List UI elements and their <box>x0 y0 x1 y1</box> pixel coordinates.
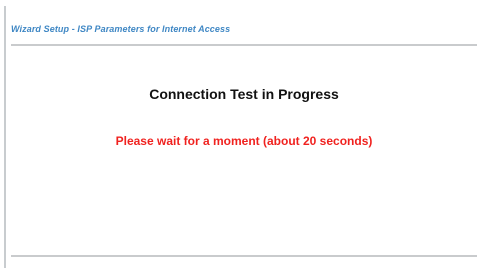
footer-divider <box>11 255 477 257</box>
wait-message: Please wait for a moment (about 20 secon… <box>115 134 373 148</box>
page-title: Wizard Setup - ISP Parameters for Intern… <box>11 24 231 34</box>
connection-test-heading: Connection Test in Progress <box>149 86 339 102</box>
wizard-page: Wizard Setup - ISP Parameters for Intern… <box>0 0 477 268</box>
header-divider <box>11 44 477 46</box>
left-border <box>4 6 6 268</box>
